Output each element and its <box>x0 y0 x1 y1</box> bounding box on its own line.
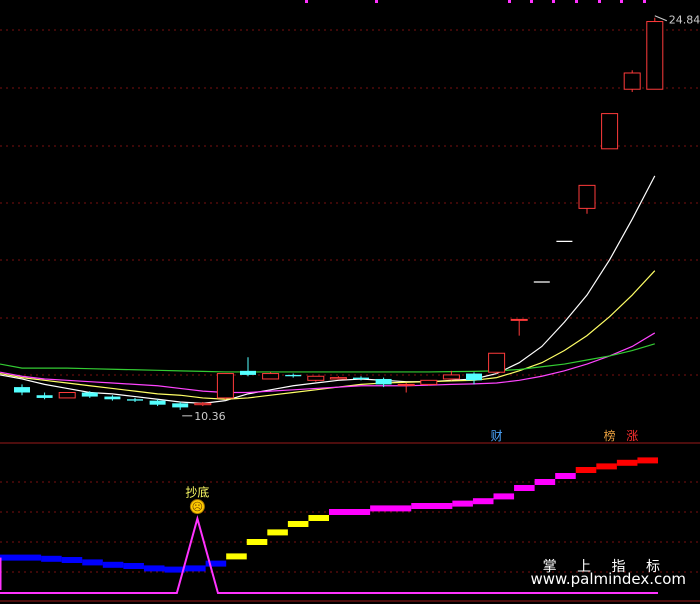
candle-body <box>36 395 53 398</box>
step-bar <box>246 539 268 545</box>
candle-body <box>601 113 619 150</box>
candle-body <box>510 318 528 321</box>
step-bar <box>637 457 658 464</box>
step-bar <box>493 493 515 500</box>
candle-body <box>172 403 189 408</box>
top-marker <box>620 0 623 3</box>
candle-body <box>240 370 256 375</box>
candle-body <box>646 21 664 90</box>
top-marker <box>375 0 378 3</box>
step-bar <box>82 559 103 566</box>
candle-body <box>329 377 347 380</box>
step-bar <box>452 500 473 507</box>
step-bar <box>329 509 371 515</box>
high-arrow <box>654 15 667 22</box>
low-label: 10.36 <box>194 410 226 423</box>
step-bar <box>555 473 576 479</box>
candle-body <box>420 379 438 385</box>
top-marker <box>508 0 511 3</box>
candle-body <box>397 383 415 386</box>
badge-26: 榜 <box>604 428 616 443</box>
top-marker <box>575 0 578 3</box>
step-bar <box>226 553 247 560</box>
candle-body <box>262 373 280 380</box>
step-bar <box>370 505 412 512</box>
sad-face-glyph: ☹ <box>192 501 203 514</box>
badge-27: 涨 <box>626 428 638 443</box>
candle-body <box>149 400 166 405</box>
step-bar <box>411 503 453 509</box>
candle-body <box>353 377 369 379</box>
step-bar <box>267 529 288 536</box>
candle-body <box>14 387 30 393</box>
candle-body <box>194 402 212 406</box>
stock-chart: 24.84 10.36 财 榜涨 ☹抄底 <box>0 0 700 602</box>
ma-line-1 <box>0 270 656 400</box>
step-bar <box>287 521 309 527</box>
top-marker <box>530 0 533 3</box>
candle-body <box>442 374 460 380</box>
step-bar <box>514 485 535 491</box>
step-bar <box>41 555 62 562</box>
step-bar <box>102 561 124 568</box>
candle-body <box>81 392 98 397</box>
step-bar <box>308 515 329 521</box>
watermark-url: www.palmindex.com <box>530 570 686 588</box>
step-bar <box>575 467 597 473</box>
step-bar <box>534 479 556 485</box>
step-bar <box>0 554 42 561</box>
candle-body <box>307 375 325 381</box>
step-bar <box>472 498 494 505</box>
step-bar <box>185 565 206 572</box>
badge-21: 财 <box>491 429 503 443</box>
candle-body <box>285 374 302 377</box>
top-marker <box>598 0 601 3</box>
top-marker <box>552 0 555 3</box>
step-bar <box>616 459 638 466</box>
candle-body <box>578 184 596 209</box>
candle-body <box>216 373 234 399</box>
step-bar <box>61 557 83 563</box>
step-bar <box>123 563 144 569</box>
signal-label: 抄底 <box>185 485 209 500</box>
ma-line-3 <box>0 343 655 373</box>
step-bar <box>143 565 165 572</box>
candles <box>14 17 664 410</box>
candle-body <box>488 352 506 373</box>
top-marker <box>643 0 646 3</box>
candle-body <box>58 392 76 399</box>
candle-body <box>104 396 121 400</box>
ma-line-2 <box>0 332 656 394</box>
candle-body <box>375 378 392 385</box>
candle-body <box>127 399 143 401</box>
high-label: 24.84 <box>669 14 700 27</box>
step-bar <box>596 463 617 470</box>
top-marker <box>305 0 308 3</box>
candle-body <box>466 373 482 381</box>
candle-body <box>623 72 641 90</box>
